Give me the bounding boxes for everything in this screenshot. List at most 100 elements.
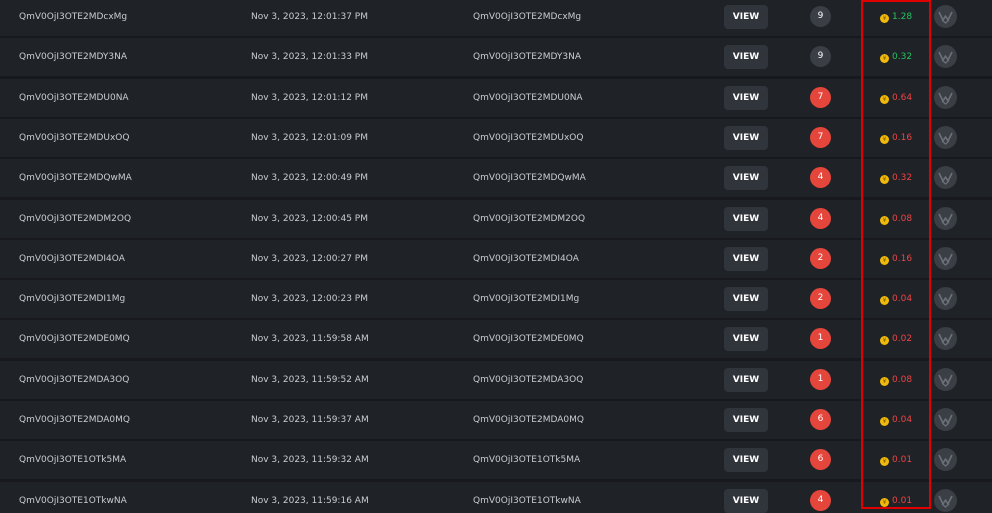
coin-icon: ¥ [880,497,889,507]
bird-icon [938,495,953,508]
count-badge: 4 [810,489,831,511]
payout-amount: ¥0.16 [880,119,912,157]
bet-date: Nov 3, 2023, 12:00:27 PM [251,253,368,264]
avatar[interactable] [934,448,957,472]
bet-id: QmV0OjI3OTE2MDUxOQ [19,132,130,143]
view-button[interactable]: VIEW [724,45,768,70]
bird-icon [938,334,953,347]
coin-icon: ¥ [880,296,889,306]
avatar[interactable] [934,246,957,270]
table-row: QmV0OjI3OTE2MDQwMA Nov 3, 2023, 12:00:49… [0,159,992,198]
coin-icon: ¥ [880,14,889,23]
payout-amount: ¥0.08 [880,200,912,238]
count-badge: 2 [810,247,831,269]
avatar[interactable] [934,5,957,28]
bird-icon [938,253,953,266]
payout-value: 0.08 [892,213,913,224]
view-button[interactable]: VIEW [724,408,768,432]
table-row: QmV0OjI3OTE2MDI4OA Nov 3, 2023, 12:00:27… [0,239,992,278]
bets-table: QmV0OjI3OTE2MDcxMg Nov 3, 2023, 12:01:37… [0,0,992,513]
bet-date: Nov 3, 2023, 12:01:37 PM [251,12,368,22]
bet-hash: QmV0OjI3OTE2MDI4OA [473,253,579,264]
payout-value: 0.16 [892,253,913,264]
view-button[interactable]: VIEW [724,327,768,352]
bet-date: Nov 3, 2023, 12:00:49 PM [251,173,368,184]
view-button[interactable]: VIEW [724,125,768,150]
bird-icon [938,293,953,306]
coin-icon: ¥ [880,376,889,386]
view-button[interactable]: VIEW [724,5,768,29]
bet-hash: QmV0OjI3OTE2MDE0MQ [473,334,584,345]
view-button[interactable]: VIEW [724,488,768,513]
avatar[interactable] [934,367,957,391]
avatar[interactable] [934,287,957,311]
bird-icon [938,51,953,65]
count-badge: 7 [810,126,831,148]
count-badge: 1 [810,368,831,390]
bet-date: Nov 3, 2023, 11:59:58 AM [251,334,369,345]
payout-amount: ¥0.01 [880,441,912,479]
bet-hash: QmV0OjI3OTE2MDY3NA [473,52,582,63]
bet-date: Nov 3, 2023, 12:01:12 PM [251,92,368,103]
avatar[interactable] [934,85,957,109]
bet-date: Nov 3, 2023, 12:00:45 PM [251,213,368,224]
bet-hash: QmV0OjI3OTE2MDQwMA [473,173,586,184]
coin-icon: ¥ [880,94,889,104]
bet-date: Nov 3, 2023, 11:59:32 AM [251,455,369,466]
bet-id: QmV0OjI3OTE2MDQwMA [19,173,132,184]
table-row: QmV0OjI3OTE2MDY3NA Nov 3, 2023, 12:01:33… [0,38,992,77]
bet-hash: QmV0OjI3OTE2MDA3OQ [473,374,584,385]
bet-id: QmV0OjI3OTE2MDcxMg [19,12,128,22]
bet-id: QmV0OjI3OTE2MDI4OA [19,253,125,264]
bet-id: QmV0OjI3OTE2MDY3NA [19,52,128,63]
payout-value: 1.28 [892,12,913,22]
payout-amount: ¥0.02 [880,320,912,358]
view-button[interactable]: VIEW [724,85,768,110]
view-button[interactable]: VIEW [724,206,768,231]
avatar[interactable] [934,488,957,512]
avatar[interactable] [934,125,957,149]
coin-icon: ¥ [880,175,889,185]
table-row: QmV0OjI3OTE1OTk5MA Nov 3, 2023, 11:59:32… [0,441,992,480]
view-button[interactable]: VIEW [724,287,768,312]
bet-id: QmV0OjI3OTE2MDM2OQ [19,213,132,224]
view-button[interactable]: VIEW [724,166,768,191]
view-button[interactable]: VIEW [724,448,768,473]
payout-value: 0.02 [892,334,913,345]
bet-id: QmV0OjI3OTE1OTk5MA [19,455,127,466]
payout-value: 0.08 [892,374,913,385]
avatar[interactable] [934,206,957,230]
payout-value: 0.01 [892,495,913,506]
table-row: QmV0OjI3OTE2MDU0NA Nov 3, 2023, 12:01:12… [0,78,992,117]
payout-value: 0.16 [892,132,913,143]
coin-icon: ¥ [880,215,889,225]
bet-id: QmV0OjI3OTE2MDU0NA [19,92,129,103]
bet-date: Nov 3, 2023, 12:01:09 PM [251,132,368,143]
payout-amount: ¥0.04 [880,401,912,439]
count-badge: 9 [810,46,831,68]
bet-hash: QmV0OjI3OTE2MDcxMg [473,12,582,22]
count-badge: 1 [810,328,831,350]
bet-id: QmV0OjI3OTE2MDA3OQ [19,374,130,385]
table-row: QmV0OjI3OTE1OTkwNA Nov 3, 2023, 11:59:16… [0,481,992,513]
table-row: QmV0OjI3OTE2MDA0MQ Nov 3, 2023, 11:59:37… [0,401,992,439]
count-badge: 6 [810,449,831,471]
bet-id: QmV0OjI3OTE2MDI1Mg [19,294,126,305]
count-badge: 6 [810,409,831,430]
avatar[interactable] [934,327,957,351]
payout-amount: ¥0.08 [880,361,912,399]
table-row: QmV0OjI3OTE2MDE0MQ Nov 3, 2023, 11:59:58… [0,320,992,359]
table-row: QmV0OjI3OTE2MDcxMg Nov 3, 2023, 12:01:37… [0,0,992,36]
bird-icon [938,454,953,468]
payout-value: 0.32 [892,52,913,63]
avatar[interactable] [934,408,957,431]
view-button[interactable]: VIEW [724,246,768,271]
bet-hash: QmV0OjI3OTE2MDM2OQ [473,213,586,224]
view-button[interactable]: VIEW [724,367,768,392]
payout-value: 0.04 [892,294,913,305]
avatar[interactable] [934,166,957,190]
bet-date: Nov 3, 2023, 11:59:16 AM [251,495,369,506]
avatar[interactable] [934,45,957,69]
bird-icon [938,414,953,427]
bet-date: Nov 3, 2023, 12:00:23 PM [251,294,368,305]
